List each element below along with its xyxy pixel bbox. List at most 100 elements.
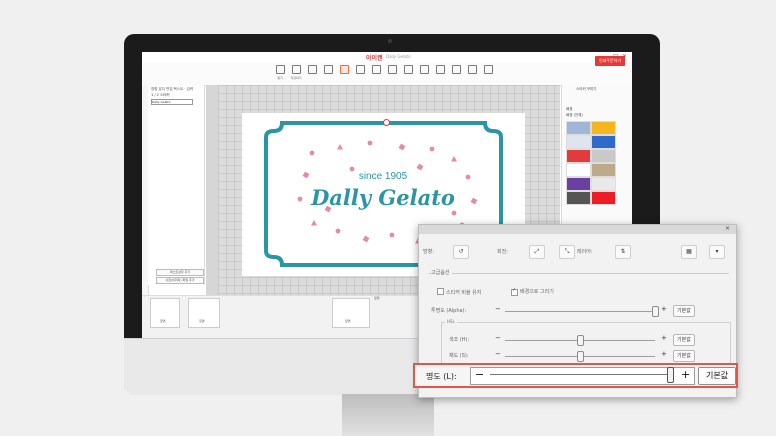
lightness-plus-button[interactable]: + [681, 368, 690, 381]
camera-icon [388, 39, 392, 43]
toolbar-tool-11[interactable] [450, 65, 462, 76]
add-textbox-button[interactable]: 텍스트상자 추가 [156, 269, 204, 276]
background-thumbnail[interactable] [591, 121, 616, 135]
opacity-slider-track[interactable] [505, 311, 655, 312]
close-icon[interactable]: ✕ [725, 225, 730, 232]
confetti-dot [335, 228, 341, 234]
hue-minus-button[interactable]: − [495, 334, 501, 342]
tool-icon [339, 65, 349, 74]
toolbar-tool-0[interactable]: 열기 [274, 65, 286, 80]
saturation-minus-button[interactable]: − [495, 350, 501, 358]
tool-icon [371, 65, 381, 74]
background-thumbnail[interactable] [566, 149, 591, 163]
keep-ratio-checkbox[interactable]: 스티커 비율 유지 [437, 288, 481, 296]
tool-icon [403, 65, 413, 74]
brand-text: Dally Gelato [310, 185, 455, 210]
toolbar-tool-10[interactable] [434, 65, 446, 76]
confetti-square [362, 235, 370, 243]
saturation-slider-knob[interactable] [577, 351, 584, 362]
toolbar-tool-1[interactable]: 저장하기 [290, 65, 302, 80]
layer-icon[interactable]: ⇅ [615, 245, 631, 259]
saturation-plus-button[interactable]: + [661, 350, 667, 358]
toolbar-tool-13[interactable] [482, 65, 494, 76]
opacity-minus-button[interactable]: − [495, 305, 501, 313]
page-thumb[interactable]: 앞면 [150, 298, 180, 328]
toolbar-tool-9[interactable] [418, 65, 430, 76]
tool-icon [387, 65, 397, 74]
confetti-square [416, 163, 424, 171]
background-thumbnail[interactable] [566, 135, 591, 149]
confetti-dot [465, 174, 471, 180]
tool-icon [435, 65, 445, 74]
toolbar-tool-12[interactable] [466, 65, 478, 76]
background-thumbnail[interactable] [566, 191, 591, 205]
confetti-square [398, 143, 406, 151]
checkbox-icon[interactable] [437, 288, 444, 295]
lightness-slider-knob[interactable] [667, 367, 674, 383]
page-indicator: 1 / 2 스티커 [151, 93, 170, 97]
background-thumbnail[interactable] [591, 177, 616, 191]
saturation-label: 채도 (S): [449, 353, 469, 359]
saturation-default-button[interactable]: 기본값 [673, 350, 695, 362]
right-panel-tab[interactable]: 스티커 꾸미기 [576, 87, 596, 92]
hue-label: 색조 (H): [449, 337, 470, 343]
page-label: 앞면 [160, 319, 166, 323]
dialog-title-bar[interactable] [419, 225, 736, 234]
hue-default-button[interactable]: 기본값 [673, 334, 695, 346]
background-thumbnail[interactable] [591, 135, 616, 149]
rotate-handle[interactable] [383, 119, 390, 126]
toolbar-tool-7[interactable] [386, 65, 398, 76]
page-thumb[interactable]: 앞면 [332, 298, 370, 328]
confetti-dot [349, 166, 355, 172]
opacity-label: 투명도 (Alpha): [431, 308, 467, 314]
left-panel-header: 명함 앞뒤 편집 텍스트 · 입력 [151, 87, 194, 91]
checkbox-checked-icon[interactable] [511, 289, 518, 296]
toolbar-tool-4[interactable] [338, 65, 350, 76]
opacity-slider-knob[interactable] [652, 306, 659, 317]
lightness-default-button[interactable]: 기본값 [698, 367, 736, 385]
checkbox-label: 배경으로 그리기 [520, 289, 554, 295]
opacity-default-button[interactable]: 기본값 [673, 305, 695, 317]
hsl-title: HSL [445, 319, 457, 324]
shrink-icon[interactable]: ⤡ [559, 245, 575, 259]
tool-icon [355, 65, 365, 74]
tool-icon [467, 65, 477, 74]
tool-icon [307, 65, 317, 74]
toolbar-tool-2[interactable] [306, 65, 318, 76]
draw-as-background-checkbox[interactable]: 배경으로 그리기 [511, 288, 554, 296]
text-field[interactable]: Dally Gelato [151, 99, 193, 105]
background-thumbnail[interactable] [566, 121, 591, 135]
page-thumb[interactable]: 뒷면 [188, 298, 220, 328]
background-thumbnail[interactable] [591, 191, 616, 205]
background-thumbnail[interactable] [591, 149, 616, 163]
confetti-dot [389, 232, 395, 238]
add-image-button[interactable]: 사진(이미지) 파일 추가 [156, 277, 204, 284]
toolbar-tool-3[interactable] [322, 65, 334, 76]
tool-label: 저장하기 [290, 76, 302, 80]
opacity-plus-button[interactable]: + [661, 305, 667, 313]
confetti-triangle [311, 220, 317, 226]
confetti-dot [451, 210, 457, 216]
rotate-icon[interactable]: ↺ [453, 245, 469, 259]
page-strip-label: 앞면 [374, 296, 380, 300]
background-thumbnail[interactable] [566, 163, 591, 177]
dropdown-icon[interactable]: ▾ [709, 245, 725, 259]
toolbar-tool-8[interactable] [402, 65, 414, 76]
grid-icon[interactable]: ▦ [681, 245, 697, 259]
lightness-minus-button[interactable]: − [475, 368, 484, 381]
toolbar-tool-6[interactable] [370, 65, 382, 76]
hue-slider-knob[interactable] [577, 335, 584, 346]
expand-icon[interactable]: ⤢ [529, 245, 545, 259]
lightness-slider-track[interactable] [490, 374, 670, 375]
lightness-label: 명도 (L): [426, 372, 457, 381]
since-text: since 1905 [359, 171, 408, 182]
app-logo: 아이캔 [366, 55, 383, 62]
background-thumbnail[interactable] [566, 177, 591, 191]
background-thumbnail[interactable] [591, 163, 616, 177]
order-print-button[interactable]: 인쇄주문하기 [595, 56, 625, 66]
hue-plus-button[interactable]: + [661, 334, 667, 342]
confetti-dot [297, 196, 303, 202]
toolbar-tool-5[interactable] [354, 65, 366, 76]
lightness-slider-box[interactable] [470, 367, 695, 385]
group-divider [429, 273, 729, 274]
